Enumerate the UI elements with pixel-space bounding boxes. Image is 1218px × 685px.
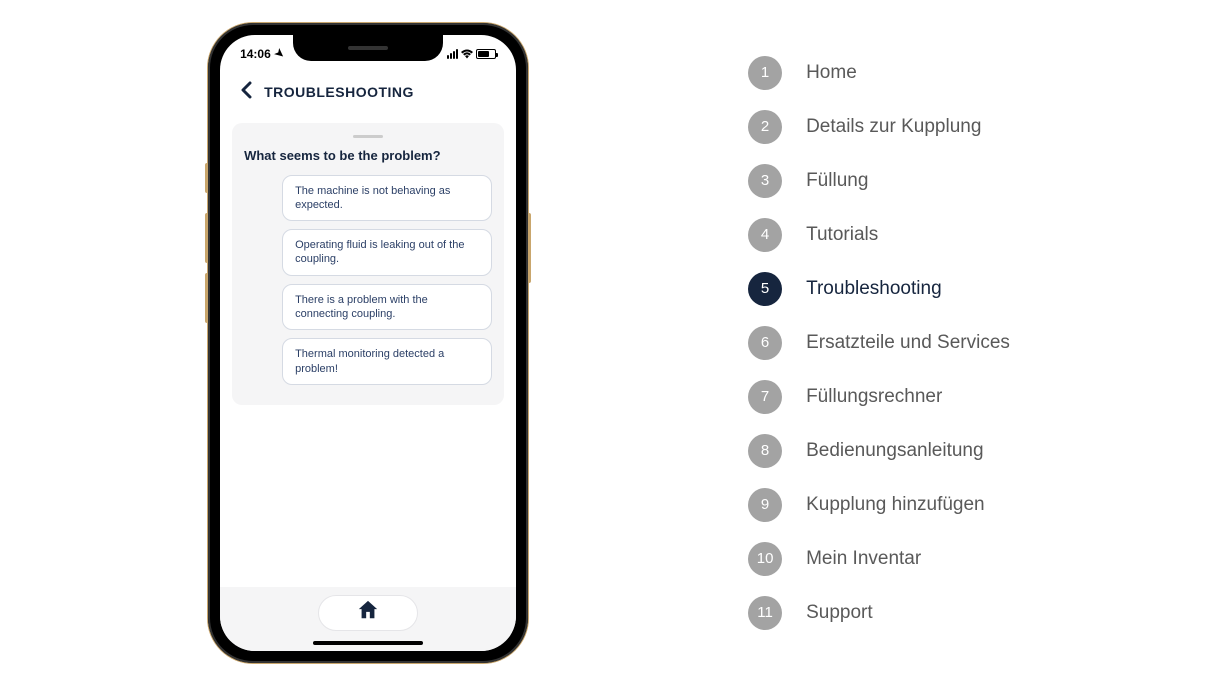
legend-label: Ersatzteile und Services — [806, 332, 1010, 354]
option-connecting-coupling[interactable]: There is a problem with the connecting c… — [282, 284, 492, 331]
legend-label: Home — [806, 62, 857, 84]
legend-item-support[interactable]: 11 Support — [748, 596, 1010, 630]
legend-badge: 2 — [748, 110, 782, 144]
home-indicator — [313, 641, 423, 645]
status-time: 14:06 — [240, 47, 271, 61]
legend-badge: 11 — [748, 596, 782, 630]
legend-badge: 6 — [748, 326, 782, 360]
legend-label: Details zur Kupplung — [806, 116, 981, 138]
legend-label: Füllungsrechner — [806, 386, 942, 408]
back-button[interactable] — [240, 81, 252, 103]
legend-badge: 7 — [748, 380, 782, 414]
legend-item-fuellungsrechner[interactable]: 7 Füllungsrechner — [748, 380, 1010, 414]
legend-label: Mein Inventar — [806, 548, 921, 570]
option-thermal-monitoring[interactable]: Thermal monitoring detected a problem! — [282, 338, 492, 385]
legend-label: Kupplung hinzufügen — [806, 494, 985, 516]
phone-volume-up — [205, 213, 208, 263]
battery-icon — [476, 49, 496, 59]
legend-badge: 5 — [748, 272, 782, 306]
legend-label: Support — [806, 602, 873, 624]
legend-item-kupplung-hinzufuegen[interactable]: 9 Kupplung hinzufügen — [748, 488, 1010, 522]
legend-list: 1 Home 2 Details zur Kupplung 3 Füllung … — [748, 56, 1010, 630]
legend-badge: 10 — [748, 542, 782, 576]
legend-badge: 1 — [748, 56, 782, 90]
question-text: What seems to be the problem? — [244, 148, 492, 163]
phone-notch — [293, 35, 443, 61]
phone-frame: 14:06 ➤ TROUBLESHOOTING — [208, 23, 528, 663]
legend-item-troubleshooting[interactable]: 5 Troubleshooting — [748, 272, 1010, 306]
wifi-icon — [461, 49, 473, 59]
home-icon — [357, 599, 379, 626]
home-button[interactable] — [318, 595, 418, 631]
location-icon: ➤ — [272, 46, 287, 62]
legend-label: Tutorials — [806, 224, 878, 246]
legend-item-home[interactable]: 1 Home — [748, 56, 1010, 90]
app-header: TROUBLESHOOTING — [220, 65, 516, 115]
legend-item-fuellung[interactable]: 3 Füllung — [748, 164, 1010, 198]
legend-item-details[interactable]: 2 Details zur Kupplung — [748, 110, 1010, 144]
phone-mute-switch — [205, 163, 208, 193]
page-title: TROUBLESHOOTING — [264, 84, 414, 100]
drag-handle[interactable] — [353, 135, 383, 138]
legend-badge: 8 — [748, 434, 782, 468]
legend-label: Füllung — [806, 170, 868, 192]
legend-item-bedienungsanleitung[interactable]: 8 Bedienungsanleitung — [748, 434, 1010, 468]
phone-screen: 14:06 ➤ TROUBLESHOOTING — [220, 35, 516, 651]
troubleshoot-card: What seems to be the problem? The machin… — [232, 123, 504, 405]
legend-item-mein-inventar[interactable]: 10 Mein Inventar — [748, 542, 1010, 576]
legend-badge: 4 — [748, 218, 782, 252]
signal-icon — [447, 49, 458, 59]
legend-item-ersatzteile[interactable]: 6 Ersatzteile und Services — [748, 326, 1010, 360]
legend-badge: 3 — [748, 164, 782, 198]
option-machine-not-behaving[interactable]: The machine is not behaving as expected. — [282, 175, 492, 222]
legend-label: Troubleshooting — [806, 278, 942, 300]
legend-item-tutorials[interactable]: 4 Tutorials — [748, 218, 1010, 252]
phone-volume-down — [205, 273, 208, 323]
phone-power-button — [528, 213, 531, 283]
option-fluid-leaking[interactable]: Operating fluid is leaking out of the co… — [282, 229, 492, 276]
legend-label: Bedienungsanleitung — [806, 440, 984, 462]
legend-badge: 9 — [748, 488, 782, 522]
